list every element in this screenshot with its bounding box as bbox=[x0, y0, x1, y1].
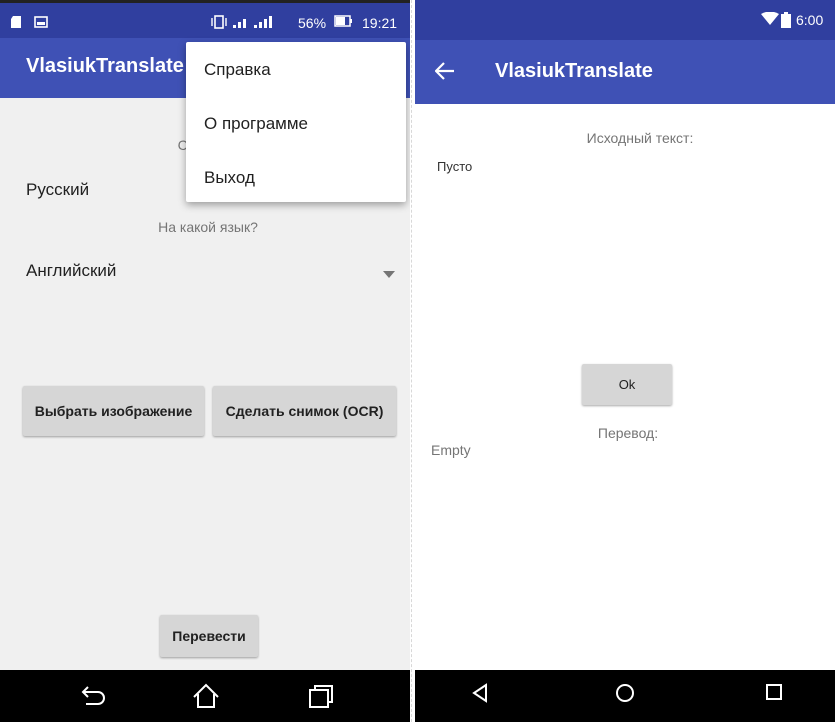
source-text-label: Исходный текст: bbox=[586, 130, 694, 146]
circle-home-icon[interactable] bbox=[615, 683, 635, 708]
to-language-spinner[interactable]: Английский bbox=[26, 261, 116, 281]
from-language-spinner[interactable]: Русский bbox=[26, 180, 89, 200]
translate-button[interactable]: Перевести bbox=[160, 615, 258, 657]
translation-value: Empty bbox=[431, 442, 471, 458]
ok-button[interactable]: Ok bbox=[582, 364, 672, 405]
status-bar: 6:00 bbox=[415, 0, 835, 40]
status-bar: 56% 19:21 bbox=[0, 0, 410, 38]
dropdown-arrow-icon[interactable] bbox=[383, 266, 395, 284]
right-phone-screen: 6:00 VlasiukTranslate Исходный текст: Пу… bbox=[415, 0, 835, 722]
signal-icon bbox=[232, 15, 276, 29]
clock: 19:21 bbox=[362, 15, 398, 31]
triangle-back-icon[interactable] bbox=[471, 683, 489, 708]
battery-icon bbox=[334, 15, 354, 27]
sd-card-icon bbox=[10, 15, 24, 29]
app-title: VlasiukTranslate bbox=[495, 60, 653, 82]
menu-item-about[interactable]: О программе bbox=[204, 114, 308, 134]
app-title: VlasiukTranslate bbox=[26, 55, 184, 77]
square-recents-icon[interactable] bbox=[765, 683, 783, 706]
home-icon[interactable] bbox=[192, 683, 220, 714]
vibrate-icon bbox=[210, 15, 228, 29]
navigation-bar bbox=[0, 670, 410, 722]
navigation-bar bbox=[415, 670, 835, 722]
pick-image-button[interactable]: Выбрать изображение bbox=[23, 386, 204, 436]
app-bar: VlasiukTranslate bbox=[415, 40, 835, 104]
overflow-menu: Справка О программе Выход bbox=[186, 42, 406, 202]
battery-icon bbox=[781, 12, 791, 28]
menu-item-help[interactable]: Справка bbox=[204, 60, 271, 80]
battery-percent: 56% bbox=[298, 15, 327, 31]
back-icon[interactable] bbox=[80, 683, 108, 714]
take-photo-ocr-button[interactable]: Сделать снимок (OCR) bbox=[213, 386, 396, 436]
image-icon bbox=[34, 15, 48, 29]
wifi-icon bbox=[761, 12, 779, 26]
arrow-left-icon[interactable] bbox=[434, 62, 455, 85]
to-language-label: На какой язык? bbox=[158, 219, 258, 235]
menu-item-exit[interactable]: Выход bbox=[204, 168, 255, 188]
recents-icon[interactable] bbox=[307, 683, 335, 714]
screen-divider bbox=[411, 0, 414, 722]
source-text-value[interactable]: Пусто bbox=[437, 159, 472, 174]
clock: 6:00 bbox=[796, 12, 824, 28]
left-phone-screen: 56% 19:21 VlasiukTranslate С какого язык… bbox=[0, 0, 410, 722]
translation-label: Перевод: bbox=[597, 425, 659, 441]
